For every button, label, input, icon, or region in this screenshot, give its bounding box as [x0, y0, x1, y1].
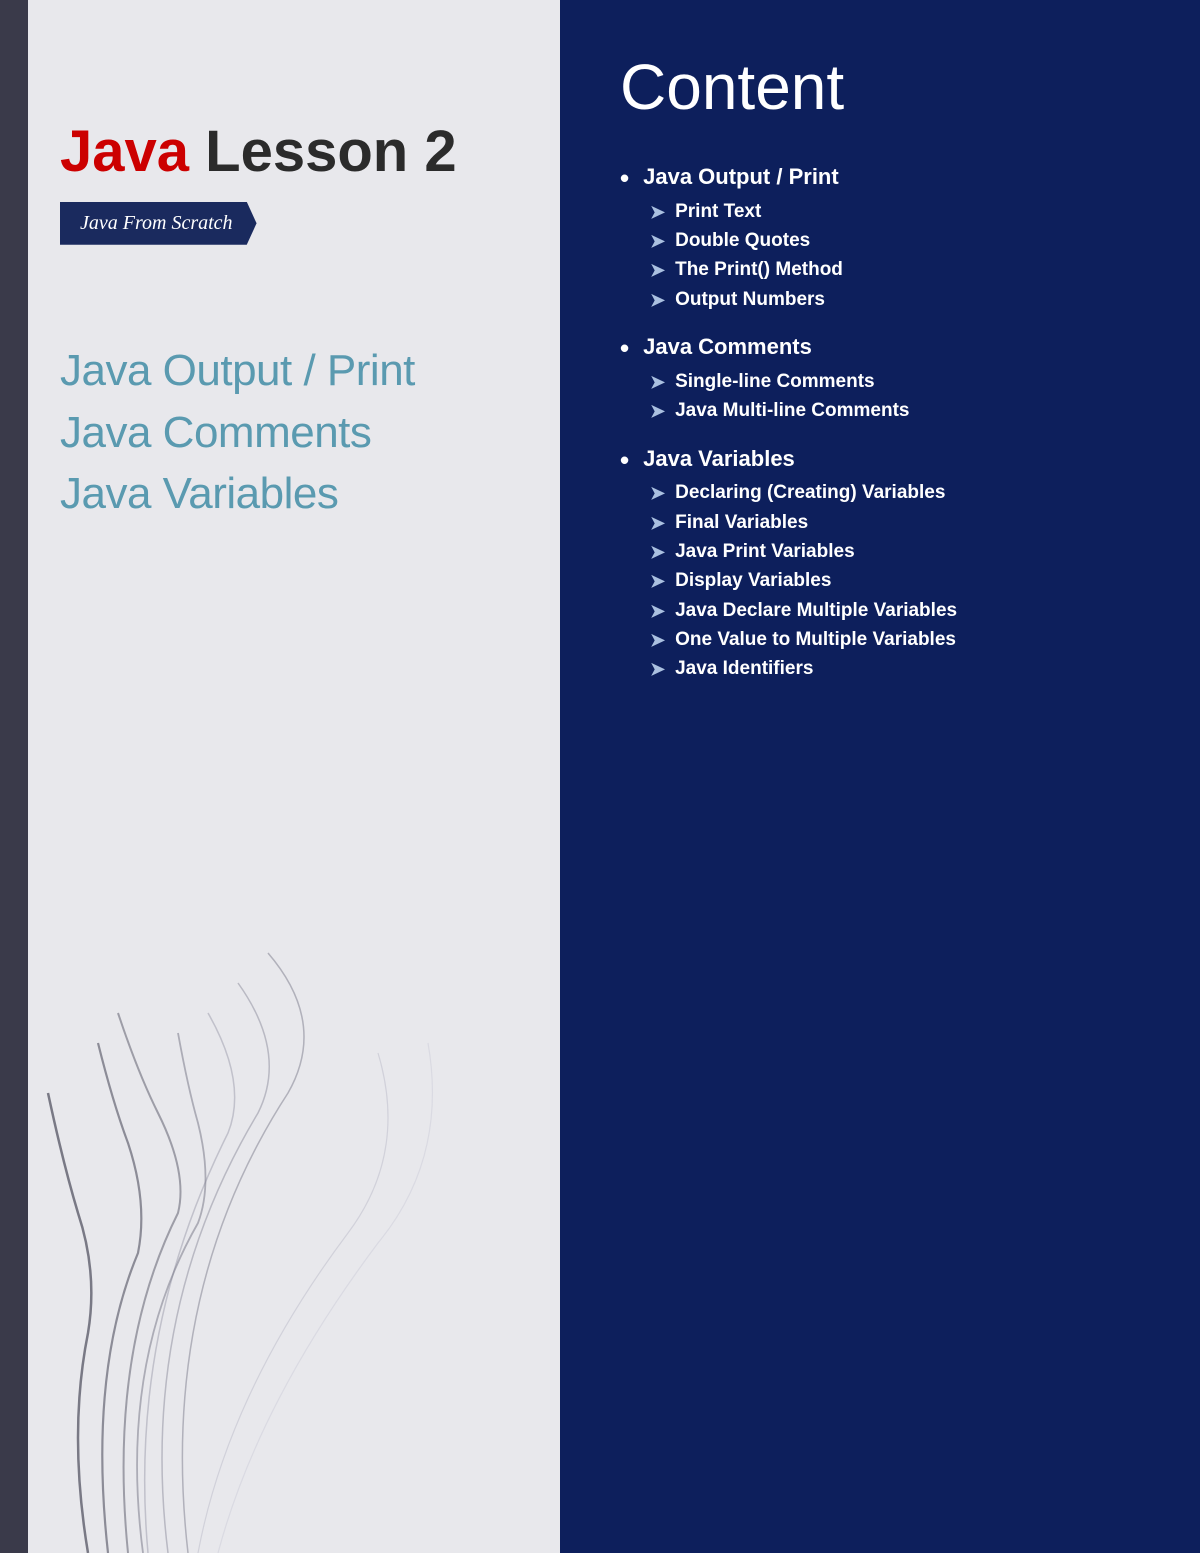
- bullet-1: •: [620, 164, 629, 193]
- arrow-icon-9: ➤: [650, 541, 665, 564]
- left-panel: Java Lesson 2 Java From Scratch Java Out…: [0, 0, 560, 1553]
- bullet-2: •: [620, 334, 629, 363]
- section-3-sub-3-text: Java Print Variables: [675, 541, 855, 563]
- section-3-sub-4: ➤ Display Variables: [620, 570, 1150, 593]
- section-3-sub-7: ➤ Java Identifiers: [620, 658, 1150, 681]
- topic-item-2: Java Comments: [60, 402, 540, 464]
- section-3-sub-5: ➤ Java Declare Multiple Variables: [620, 600, 1150, 623]
- section-2-main: • Java Comments: [620, 334, 1150, 363]
- section-1-sub-3-text: The Print() Method: [675, 259, 843, 281]
- arrow-icon-3: ➤: [650, 259, 665, 282]
- arrow-icon-12: ➤: [650, 629, 665, 652]
- section-2-sub-2: ➤ Java Multi-line Comments: [620, 400, 1150, 423]
- arrow-icon-4: ➤: [650, 289, 665, 312]
- section-1-sub-1-text: Print Text: [675, 201, 761, 223]
- section-1: • Java Output / Print ➤ Print Text ➤ Dou…: [620, 164, 1150, 312]
- subtitle-banner: Java From Scratch: [60, 202, 257, 245]
- section-2-sub-2-text: Java Multi-line Comments: [675, 400, 909, 422]
- section-3-sub-2: ➤ Final Variables: [620, 512, 1150, 535]
- section-1-sub-2-text: Double Quotes: [675, 230, 810, 252]
- bullet-3: •: [620, 446, 629, 475]
- title-area: Java Lesson 2 Java From Scratch: [60, 120, 540, 245]
- subtitle-text: Java From Scratch: [80, 212, 233, 234]
- section-1-sub-4: ➤ Output Numbers: [620, 289, 1150, 312]
- section-3-sub-6: ➤ One Value to Multiple Variables: [620, 629, 1150, 652]
- section-3-sub-6-text: One Value to Multiple Variables: [675, 629, 956, 651]
- section-3-sub-2-text: Final Variables: [675, 512, 808, 534]
- section-3-sub-3: ➤ Java Print Variables: [620, 541, 1150, 564]
- section-1-main-text: Java Output / Print: [643, 164, 839, 190]
- section-2-main-text: Java Comments: [643, 334, 812, 360]
- section-1-sub-2: ➤ Double Quotes: [620, 230, 1150, 253]
- lesson-title-rest: Lesson 2: [189, 119, 457, 184]
- section-1-main: • Java Output / Print: [620, 164, 1150, 193]
- arrow-icon-7: ➤: [650, 482, 665, 505]
- arrow-icon-2: ➤: [650, 230, 665, 253]
- section-1-sub-4-text: Output Numbers: [675, 289, 825, 311]
- section-3-main-text: Java Variables: [643, 446, 795, 472]
- topics-list: Java Output / Print Java Comments Java V…: [60, 340, 540, 525]
- section-3-sub-5-text: Java Declare Multiple Variables: [675, 600, 957, 622]
- arrow-icon-10: ➤: [650, 570, 665, 593]
- section-1-sub-3: ➤ The Print() Method: [620, 259, 1150, 282]
- decorative-grass: [28, 933, 560, 1553]
- topic-item-1: Java Output / Print: [60, 340, 540, 402]
- section-2: • Java Comments ➤ Single-line Comments ➤…: [620, 334, 1150, 423]
- section-1-sub-1: ➤ Print Text: [620, 201, 1150, 224]
- arrow-icon-8: ➤: [650, 512, 665, 535]
- topic-item-3: Java Variables: [60, 463, 540, 525]
- section-2-sub-1: ➤ Single-line Comments: [620, 371, 1150, 394]
- right-panel: Content • Java Output / Print ➤ Print Te…: [560, 0, 1200, 1553]
- arrow-icon-1: ➤: [650, 201, 665, 224]
- section-3-sub-1-text: Declaring (Creating) Variables: [675, 482, 945, 504]
- arrow-icon-11: ➤: [650, 600, 665, 623]
- arrow-icon-5: ➤: [650, 371, 665, 394]
- section-3-sub-7-text: Java Identifiers: [675, 658, 813, 680]
- arrow-icon-6: ➤: [650, 400, 665, 423]
- section-3-main: • Java Variables: [620, 446, 1150, 475]
- arrow-icon-13: ➤: [650, 658, 665, 681]
- section-3-sub-1: ➤ Declaring (Creating) Variables: [620, 482, 1150, 505]
- left-bar: [0, 0, 28, 1553]
- content-title: Content: [620, 50, 1150, 124]
- java-red-text: Java: [60, 119, 189, 184]
- section-3: • Java Variables ➤ Declaring (Creating) …: [620, 446, 1150, 682]
- lesson-title: Java Lesson 2: [60, 120, 540, 184]
- section-3-sub-4-text: Display Variables: [675, 570, 831, 592]
- section-2-sub-1-text: Single-line Comments: [675, 371, 875, 393]
